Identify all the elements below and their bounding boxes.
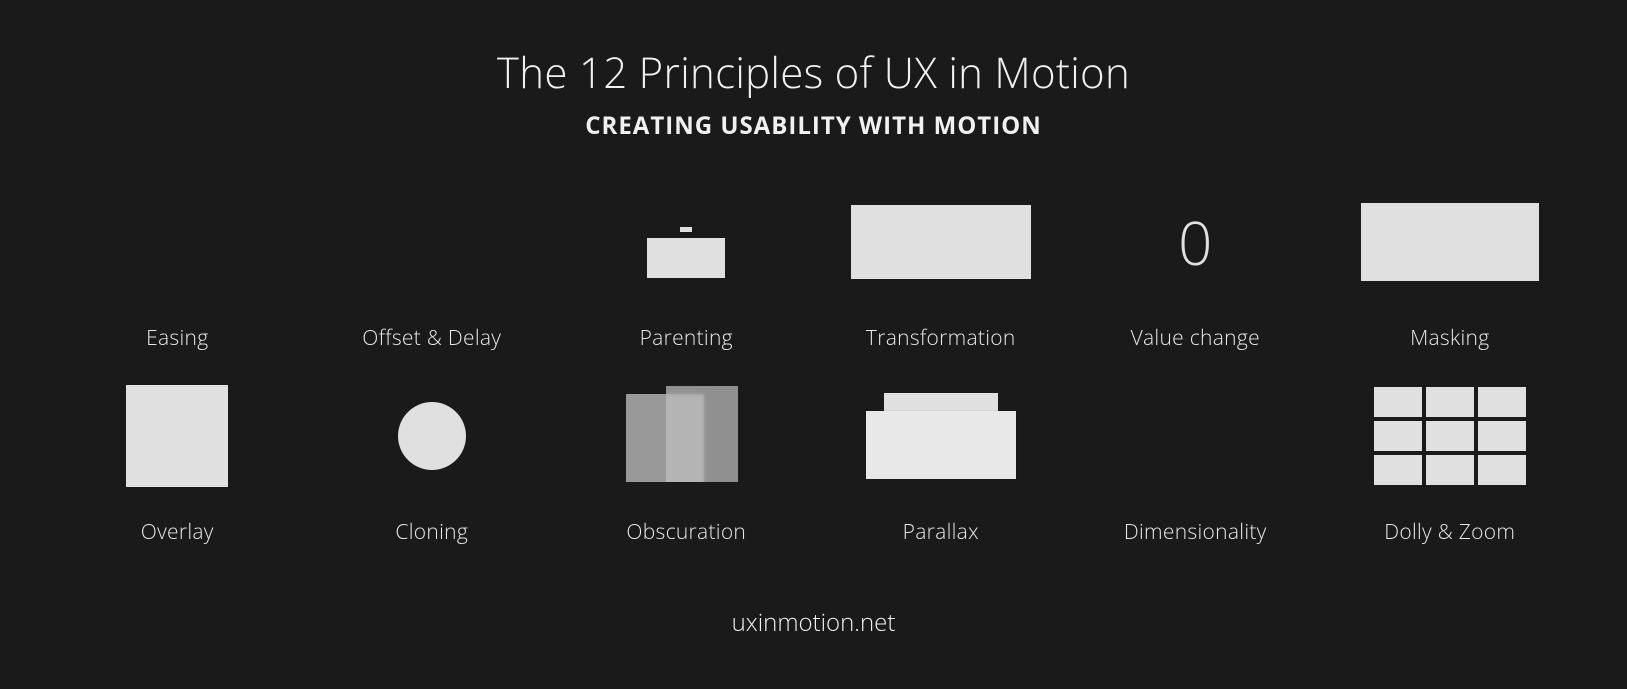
obscuration-icon	[586, 376, 786, 496]
principle-parallax: Parallax	[814, 376, 1069, 546]
principle-value-change: 0 Value change	[1068, 182, 1323, 352]
parenting-bar-icon	[680, 227, 692, 232]
header: The 12 Principles of UX in Motion CREATI…	[0, 0, 1627, 142]
dolly-cell-icon	[1478, 421, 1526, 451]
parenting-icon	[586, 182, 786, 302]
dolly-cell-icon	[1374, 455, 1422, 485]
dimensionality-icon	[1095, 376, 1295, 496]
dolly-grid-icon	[1374, 387, 1526, 485]
dolly-cell-icon	[1426, 387, 1474, 417]
overlay-icon	[77, 376, 277, 496]
principle-label: Cloning	[395, 518, 468, 546]
principle-masking: Masking	[1323, 182, 1578, 352]
value-change-number: 0	[1178, 212, 1212, 272]
dolly-zoom-icon	[1350, 376, 1550, 496]
principle-label: Offset & Delay	[362, 324, 501, 352]
principle-label: Dolly & Zoom	[1384, 518, 1515, 546]
dolly-cell-icon	[1478, 387, 1526, 417]
page-title: The 12 Principles of UX in Motion	[0, 44, 1627, 101]
principles-grid: Easing Offset & Delay Parenting Transfor…	[50, 182, 1577, 546]
principle-label: Value change	[1131, 324, 1260, 352]
transformation-rect-icon	[851, 205, 1031, 279]
principle-obscuration: Obscuration	[559, 376, 814, 546]
principle-label: Dimensionality	[1124, 518, 1267, 546]
masking-icon	[1350, 182, 1550, 302]
principle-easing: Easing	[50, 182, 305, 352]
principle-label: Masking	[1410, 324, 1489, 352]
parallax-icon	[841, 376, 1041, 496]
value-change-icon: 0	[1095, 182, 1295, 302]
dolly-cell-icon	[1426, 421, 1474, 451]
parallax-front-icon	[866, 411, 1016, 479]
principle-label: Parallax	[903, 518, 979, 546]
parenting-box-icon	[647, 238, 725, 278]
principle-label: Transformation	[866, 324, 1016, 352]
cloning-icon	[332, 376, 532, 496]
principle-parenting: Parenting	[559, 182, 814, 352]
offset-delay-icon	[332, 182, 532, 302]
principle-label: Obscuration	[626, 518, 746, 546]
principle-label: Easing	[146, 324, 208, 352]
obscuration-front-icon	[666, 386, 738, 482]
dolly-cell-icon	[1426, 455, 1474, 485]
principle-dimensionality: Dimensionality	[1068, 376, 1323, 546]
page-subtitle: CREATING USABILITY WITH MOTION	[0, 109, 1627, 142]
easing-icon	[77, 182, 277, 302]
footer-url: uxinmotion.net	[0, 606, 1627, 639]
principle-transformation: Transformation	[814, 182, 1069, 352]
transformation-icon	[841, 182, 1041, 302]
dolly-cell-icon	[1478, 455, 1526, 485]
principle-cloning: Cloning	[305, 376, 560, 546]
principle-overlay: Overlay	[50, 376, 305, 546]
overlay-square-icon	[126, 385, 228, 487]
masking-rect-icon	[1361, 203, 1539, 281]
principle-offset-delay: Offset & Delay	[305, 182, 560, 352]
principle-dolly-zoom: Dolly & Zoom	[1323, 376, 1578, 546]
principle-label: Parenting	[640, 324, 733, 352]
dolly-cell-icon	[1374, 421, 1422, 451]
dolly-cell-icon	[1374, 387, 1422, 417]
cloning-circle-icon	[398, 402, 466, 470]
principle-label: Overlay	[141, 518, 214, 546]
